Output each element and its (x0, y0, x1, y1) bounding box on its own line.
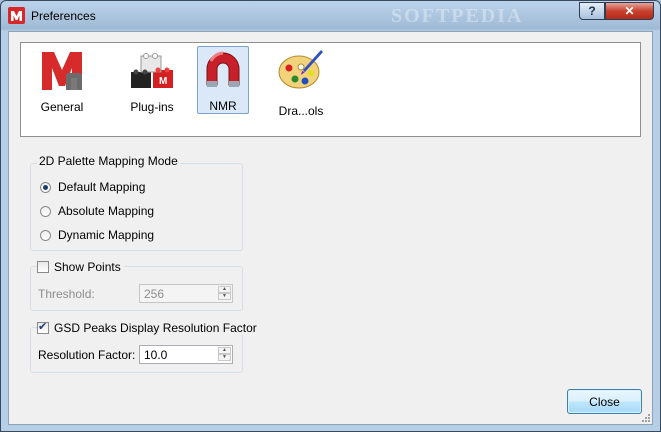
radio-indicator (40, 181, 51, 193)
preferences-window: Preferences SOFTPEDIA ? ✕ General M Plug… (0, 0, 661, 432)
spin-arrows[interactable]: ▲ ▼ (218, 347, 231, 362)
spin-down-icon[interactable]: ▼ (218, 293, 231, 300)
resolution-factor-label: Resolution Factor: (38, 348, 136, 362)
radio-label: Default Mapping (58, 180, 146, 194)
default-mapping-radio[interactable]: Default Mapping (40, 180, 145, 194)
category-label: NMR (209, 99, 237, 113)
palette-mapping-group-title: 2D Palette Mapping Mode (37, 154, 180, 168)
category-label: Dra...ols (278, 104, 324, 118)
watermark: SOFTPEDIA (391, 5, 524, 27)
threshold-label: Threshold: (38, 287, 95, 301)
resolution-factor-value[interactable]: 10.0 (144, 348, 167, 362)
category-general[interactable]: General (29, 46, 95, 114)
category-label: General (40, 100, 84, 114)
threshold-spinbox[interactable]: 256 ▲ ▼ (139, 284, 233, 303)
title-bar[interactable]: Preferences SOFTPEDIA ? ✕ (1, 1, 660, 31)
spin-down-icon[interactable]: ▼ (218, 354, 231, 361)
magnet-icon (206, 51, 240, 87)
radio-label: Absolute Mapping (58, 204, 155, 218)
threshold-value: 256 (144, 287, 165, 301)
window-title: Preferences (31, 9, 96, 23)
app-icon (8, 7, 25, 24)
radio-indicator (40, 229, 51, 241)
checkbox-label: GSD Peaks Display Resolution Factor (54, 321, 257, 335)
category-drawing-tools[interactable]: Dra...ols (271, 46, 331, 118)
resolution-factor-spinbox[interactable]: 10.0 ▲ ▼ (139, 345, 233, 364)
help-button[interactable]: ? (579, 2, 605, 20)
category-plug-ins[interactable]: M Plug-ins (115, 46, 189, 114)
gsd-peaks-checkbox[interactable]: GSD Peaks Display Resolution Factor (37, 320, 260, 335)
radio-indicator (40, 205, 51, 217)
dialog-body: General M Plug-ins NMR Dra...ols 2D Pale… (8, 31, 653, 425)
dynamic-mapping-radio[interactable]: Dynamic Mapping (40, 228, 154, 242)
mnova-m-icon (42, 52, 82, 90)
radio-label: Dynamic Mapping (58, 228, 155, 242)
svg-text:M: M (159, 76, 167, 87)
palette-icon (278, 50, 323, 89)
close-button[interactable]: Close (567, 389, 642, 414)
window-close-button[interactable]: ✕ (605, 2, 654, 20)
spin-arrows[interactable]: ▲ ▼ (218, 286, 231, 301)
checkbox-indicator (37, 261, 49, 273)
category-label: Plug-ins (130, 100, 174, 114)
show-points-checkbox[interactable]: Show Points (37, 260, 124, 274)
checkbox-label: Show Points (54, 260, 121, 274)
checkbox-indicator (37, 320, 49, 334)
absolute-mapping-radio[interactable]: Absolute Mapping (40, 204, 154, 218)
plugin-blocks-icon: M (131, 53, 173, 88)
spin-up-icon[interactable]: ▲ (218, 286, 231, 293)
resize-grip-icon[interactable] (640, 412, 650, 422)
category-panel: General M Plug-ins NMR Dra...ols (20, 42, 641, 137)
category-nmr[interactable]: NMR (197, 46, 249, 114)
spin-up-icon[interactable]: ▲ (218, 347, 231, 354)
